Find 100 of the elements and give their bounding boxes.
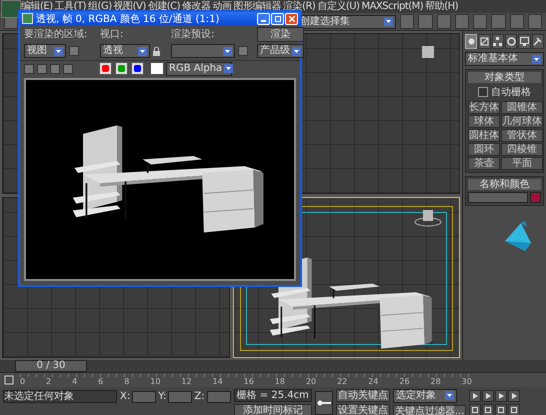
view-cube-icon[interactable] — [413, 208, 443, 228]
primitive-button[interactable]: 圆环 — [468, 143, 500, 156]
key-mode-dropdown[interactable]: 选定对象 — [392, 388, 457, 402]
panel-tab[interactable] — [492, 34, 504, 49]
primitive-button[interactable]: 茶壶 — [468, 157, 500, 170]
coordinate-label: X: — [120, 391, 130, 402]
quality-dropdown[interactable]: 产品级 — [257, 44, 304, 58]
menu-item[interactable]: MAXScript(M) — [360, 0, 424, 12]
menu-item[interactable]: 自定义(U) — [316, 0, 360, 12]
key-filters-button[interactable]: 关键点过滤器... — [392, 404, 466, 415]
menu-item[interactable]: 图形编辑器 — [232, 0, 282, 12]
panel-tab[interactable] — [478, 34, 491, 49]
key-button[interactable] — [314, 391, 333, 415]
caret-icon — [384, 17, 394, 26]
frame-tick-label: 30 — [462, 377, 472, 386]
primitive-button[interactable]: 几何球体 — [501, 115, 543, 128]
hammer-icon — [533, 37, 542, 46]
caret-icon — [532, 54, 541, 64]
time-slider-thumb[interactable]: 0 / 30 — [15, 360, 87, 372]
primitive-button[interactable]: 管状体 — [501, 129, 543, 142]
menu-item[interactable]: 工具(T) — [54, 0, 88, 12]
rollout-title[interactable]: 对象类型 — [468, 72, 541, 83]
playback-button[interactable] — [495, 390, 508, 402]
color-swatch — [151, 63, 163, 74]
panel-tab[interactable] — [518, 34, 531, 49]
menu-item[interactable]: 渲染(R) — [282, 0, 316, 12]
channel-toggle[interactable] — [131, 62, 144, 75]
caret-icon — [138, 46, 147, 56]
channel-dropdown[interactable]: RGB Alpha — [166, 62, 232, 76]
field-label: 渲染预设: — [171, 29, 216, 40]
caret-icon — [54, 46, 63, 56]
coordinate-field[interactable] — [168, 390, 192, 402]
frame-tick-label: 4 — [72, 377, 78, 386]
set-key-button[interactable]: 设置关键点 — [336, 404, 390, 415]
maximize-button[interactable] — [271, 12, 284, 24]
origami-bird-icon — [503, 221, 533, 253]
menu-item[interactable]: 创建(C) — [146, 0, 182, 12]
square-icon — [511, 407, 518, 413]
frame-tick-label: 22 — [337, 377, 348, 386]
coordinate-label: Z: — [194, 391, 205, 402]
menu-item[interactable]: 编辑(E) — [20, 0, 54, 12]
panel-tab[interactable] — [504, 34, 518, 49]
window-icon — [22, 13, 33, 24]
playback-button[interactable] — [482, 390, 494, 402]
frame-tick-label: 28 — [430, 377, 441, 386]
area-dropdown[interactable]: 视图 — [24, 44, 66, 58]
navigation-button[interactable] — [508, 404, 520, 415]
square-icon — [472, 407, 478, 413]
frame-tick-label: 6 — [98, 377, 104, 386]
frame-tick-label: 26 — [399, 377, 410, 386]
close-button[interactable] — [285, 12, 298, 24]
minimize-button[interactable] — [257, 12, 270, 24]
field-label: 要渲染的区域: — [24, 29, 88, 40]
grid-readout: 栅格 = 25.4cm — [234, 389, 312, 402]
navigation-button[interactable] — [495, 404, 508, 415]
monitor-icon — [520, 37, 529, 46]
playback-button[interactable] — [469, 390, 482, 402]
frame-tick-label: 20 — [306, 377, 316, 386]
frame-tick-label: 14 — [212, 377, 223, 386]
lock-icon[interactable] — [153, 46, 160, 56]
category-dropdown[interactable]: 标准基本体 — [465, 52, 544, 66]
frame-tick-label: 0 — [20, 377, 26, 386]
primitive-button[interactable]: 圆柱体 — [468, 129, 500, 142]
auto-key-button[interactable]: 自动关键点 — [336, 389, 390, 402]
render-button[interactable]: 渲染 — [257, 27, 304, 42]
frame-tick-label: 16 — [244, 377, 254, 386]
channel-toggle[interactable] — [115, 62, 128, 75]
primitive-button[interactable]: 平面 — [501, 157, 543, 170]
name-field[interactable] — [468, 192, 528, 203]
coordinate-field[interactable] — [206, 390, 231, 402]
channel-toggle[interactable] — [99, 62, 112, 75]
checkbox[interactable] — [478, 87, 488, 97]
caret-icon — [444, 391, 454, 400]
rollout-title[interactable]: 名称和颜色 — [468, 179, 541, 190]
menu-item[interactable]: 组(G) — [87, 0, 113, 12]
coordinate-label: Y: — [158, 391, 166, 402]
window-title: 透视, 帧 0, RGBA 颜色 16 位/通道 (1:1) — [36, 12, 220, 26]
menu-item[interactable]: 修改器 — [181, 0, 212, 12]
menu-item[interactable]: 帮助(H) — [424, 0, 460, 12]
playback-button[interactable] — [508, 390, 520, 402]
maximize-icon — [274, 16, 280, 22]
menu-item[interactable]: 动画 — [212, 0, 233, 12]
menu-item[interactable]: 视图(V) — [112, 0, 147, 12]
primitive-button[interactable]: 长方体 — [468, 101, 500, 114]
color-swatch[interactable] — [530, 192, 541, 203]
navigation-button[interactable] — [482, 404, 494, 415]
viewport-dropdown[interactable]: 透视 — [100, 44, 150, 58]
primitive-button[interactable]: 圆锥体 — [501, 101, 543, 114]
square-icon — [485, 407, 492, 413]
primitive-button[interactable]: 四棱锥 — [501, 143, 543, 156]
square-icon — [498, 407, 504, 413]
navigation-button[interactable] — [469, 404, 482, 415]
panel-tab[interactable] — [532, 34, 544, 49]
primitive-button[interactable]: 球体 — [468, 115, 500, 128]
panel-tab[interactable] — [465, 34, 478, 49]
preset-dropdown[interactable] — [171, 44, 235, 58]
field-label: 视口: — [100, 29, 124, 40]
frame-tick-label: 24 — [368, 377, 378, 386]
coordinate-field[interactable] — [132, 390, 156, 402]
add-time-tag-button[interactable]: 添加时间标记 — [234, 404, 312, 415]
